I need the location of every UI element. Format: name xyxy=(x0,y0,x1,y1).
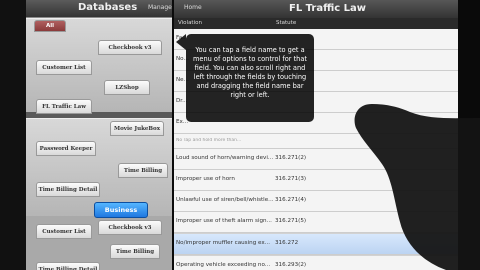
folder-tab-time-billing[interactable]: Time Billing xyxy=(118,163,168,178)
folder-tab-time-billing-2[interactable]: Time Billing xyxy=(110,244,160,259)
folder-tab-fl-traffic-law[interactable]: FL Traffic Law xyxy=(36,99,92,114)
violation-cell: No Tap and hold more than... xyxy=(176,138,242,143)
folder-tab-customer-list[interactable]: Customer List xyxy=(36,60,92,75)
violation-cell: No/improper muffler causing ex... xyxy=(176,240,271,246)
table-row[interactable]: Operating vehicle exceeding no... 316.293… xyxy=(174,256,458,270)
manage-button[interactable]: Manage xyxy=(148,4,172,11)
folder-tab-lzshop[interactable]: LZShop xyxy=(104,80,150,95)
help-tooltip: You can tap a field name to get a menu o… xyxy=(186,34,314,122)
statute-cell: 316.271(3) xyxy=(275,176,307,182)
device-bezel-left xyxy=(0,0,28,270)
folder-tab-checkbook[interactable]: Checkbook v3 xyxy=(98,40,162,55)
violation-cell: Improper use of horn xyxy=(176,176,235,182)
statute-cell: 316.271(2) xyxy=(275,155,307,161)
column-header-statute[interactable]: Statute xyxy=(276,20,296,26)
violation-cell: Unlawful use of siren/bell/whistle... xyxy=(176,197,274,203)
device-bezel-right xyxy=(458,0,480,270)
table-row[interactable]: No Tap and hold more than... xyxy=(174,134,458,149)
table-row[interactable]: Unlawful use of siren/bell/whistle... 316… xyxy=(174,191,458,212)
folder-tab-time-billing-detail[interactable]: Time Billing Detail xyxy=(36,182,100,197)
databases-panel: Databases Manage All Checkbook v3 Custom… xyxy=(26,0,172,270)
statute-cell: 316.271(5) xyxy=(275,218,307,224)
folder-tab-time-billing-detail-2[interactable]: Time Billing Detail xyxy=(36,262,100,270)
tooltip-arrow xyxy=(176,34,186,50)
table-row[interactable]: Loud sound of horn/warning devi... 316.27… xyxy=(174,149,458,170)
statute-cell: 316.271(4) xyxy=(275,197,307,203)
databases-title: Databases xyxy=(78,2,138,13)
folder-tab-password-keeper[interactable]: Password Keeper xyxy=(36,141,96,156)
table-row[interactable]: Improper use of theft alarm sign... 316.2… xyxy=(174,212,458,233)
folder-tab-customer-list-2[interactable]: Customer List xyxy=(36,224,92,239)
databases-header: Databases Manage xyxy=(26,0,172,17)
records-header: Home FL Traffic Law xyxy=(174,0,458,18)
violation-cell: Operating vehicle exceeding no... xyxy=(176,262,271,268)
statute-cell: 316.272 xyxy=(275,240,299,246)
folder-tab-movie-jukebox[interactable]: Movie JukeBox xyxy=(110,121,164,136)
table-row[interactable]: Improper use of horn 316.271(3) xyxy=(174,170,458,191)
database-title: FL Traffic Law xyxy=(289,3,367,14)
statute-cell: 316.293(2) xyxy=(275,262,307,268)
table-row-selected[interactable]: No/improper muffler causing ex... 316.272 xyxy=(174,234,458,255)
violation-cell: Improper use of theft alarm sign... xyxy=(176,218,272,224)
field-name-bar[interactable]: Violation Statute xyxy=(174,18,458,29)
column-header-violation[interactable]: Violation xyxy=(178,20,202,26)
home-button[interactable]: Home xyxy=(184,4,202,11)
violation-cell: Loud sound of horn/warning devi... xyxy=(176,155,274,161)
group-tab-all[interactable]: All xyxy=(34,20,66,32)
folder-tab-checkbook-2[interactable]: Checkbook v3 xyxy=(98,220,162,235)
business-group-button[interactable]: Business xyxy=(94,202,148,218)
